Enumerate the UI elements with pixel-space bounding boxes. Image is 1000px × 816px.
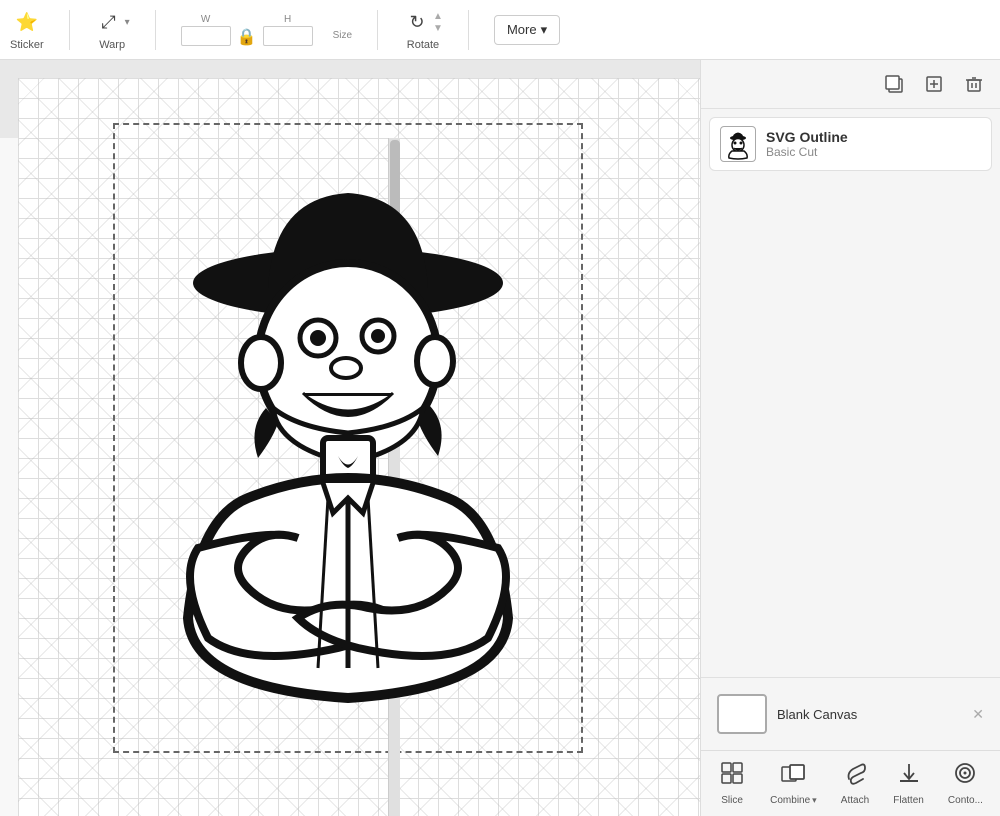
- flatten-tool[interactable]: Flatten: [893, 759, 924, 806]
- right-panel: Layers Color Sync ✕: [700, 0, 1000, 816]
- grid-canvas[interactable]: [18, 78, 700, 816]
- layer-item[interactable]: SVG Outline Basic Cut: [709, 117, 992, 171]
- more-button[interactable]: More ▾: [494, 15, 560, 45]
- warp-tool[interactable]: ⤢ ▾ Warp: [95, 9, 130, 51]
- slice-tool[interactable]: Slice: [718, 759, 746, 806]
- height-input[interactable]: [263, 26, 313, 46]
- contour-icon: [951, 759, 979, 793]
- contour-label: Conto...: [948, 795, 983, 806]
- attach-label: Attach: [841, 795, 869, 806]
- height-field[interactable]: H: [263, 14, 313, 46]
- ruler-left: [0, 138, 18, 816]
- rotate-up-icon: ▲: [433, 11, 443, 22]
- rotate-tool[interactable]: ↻ ▲ ▼ Rotate: [403, 9, 443, 51]
- rotate-label: Rotate: [407, 39, 439, 51]
- layer-name: SVG Outline: [766, 129, 848, 145]
- divider-2: [155, 10, 156, 50]
- layer-duplicate-button[interactable]: [878, 68, 910, 100]
- flatten-label: Flatten: [893, 795, 924, 806]
- blank-canvas-section: Blank Canvas ✕: [701, 677, 1000, 750]
- lock-icon: 🔒: [237, 27, 257, 47]
- more-arrow-icon: ▾: [541, 22, 548, 38]
- sticker-tool[interactable]: ⭐ Sticker: [10, 9, 44, 51]
- rotate-down-icon: ▼: [433, 23, 443, 34]
- slice-icon: [718, 759, 746, 793]
- divider-3: [377, 10, 378, 50]
- attach-tool[interactable]: Attach: [841, 759, 869, 806]
- rotate-icon: ↻: [403, 9, 431, 37]
- divider-4: [468, 10, 469, 50]
- blank-canvas-item[interactable]: Blank Canvas ✕: [711, 688, 990, 740]
- warp-icon: ⤢: [95, 9, 123, 37]
- divider-1: [69, 10, 70, 50]
- combine-label: Combine: [770, 795, 810, 806]
- cowboy-illustration: [118, 128, 578, 748]
- combine-icon: [779, 759, 807, 793]
- more-label: More: [507, 22, 537, 37]
- height-label: H: [284, 14, 291, 25]
- sticker-label: Sticker: [10, 39, 44, 51]
- attach-icon: [841, 759, 869, 793]
- size-label: Size: [333, 30, 352, 41]
- layer-delete-button[interactable]: [958, 68, 990, 100]
- width-input[interactable]: [181, 26, 231, 46]
- layer-toolbar: [701, 60, 1000, 109]
- layer-copy-button[interactable]: [918, 68, 950, 100]
- width-label: W: [201, 14, 210, 25]
- contour-tool[interactable]: Conto...: [948, 759, 983, 806]
- width-field[interactable]: W: [181, 14, 231, 46]
- combine-tool[interactable]: Combine ▾: [770, 759, 817, 806]
- layer-info: SVG Outline Basic Cut: [766, 129, 848, 159]
- blank-canvas-close-icon[interactable]: ✕: [972, 706, 984, 723]
- canvas-area: 8 9 10 11 12 13 14 15: [0, 60, 700, 816]
- warp-label: Warp: [99, 39, 125, 51]
- top-toolbar: ⭐ Sticker ⤢ ▾ Warp W 🔒 H Size ↻ ▲ ▼: [0, 0, 1000, 60]
- layer-type: Basic Cut: [766, 145, 848, 159]
- layer-list: SVG Outline Basic Cut: [701, 109, 1000, 677]
- blank-canvas-thumb: [717, 694, 767, 734]
- blank-canvas-label: Blank Canvas: [777, 707, 857, 722]
- warp-arrow-icon: ▾: [125, 17, 130, 28]
- combine-arrow-icon: ▾: [812, 795, 817, 806]
- slice-label: Slice: [721, 795, 743, 806]
- bottom-toolbar: Slice Combine ▾ Attach: [701, 750, 1000, 816]
- flatten-icon: [895, 759, 923, 793]
- layer-thumbnail: [720, 126, 756, 162]
- sticker-icon: ⭐: [13, 9, 41, 37]
